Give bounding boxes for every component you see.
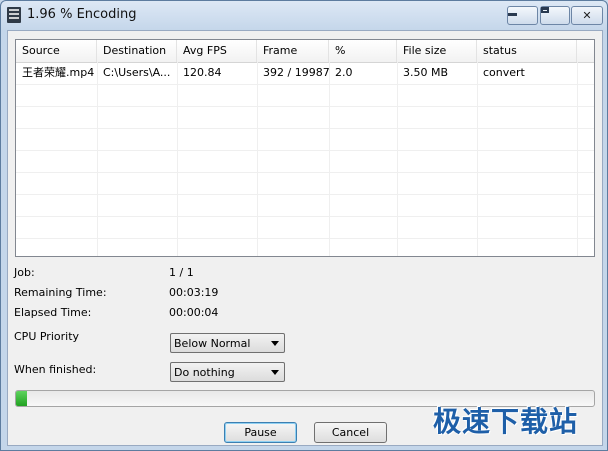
maximize-button[interactable] [540,6,570,25]
close-icon: ✕ [582,9,592,22]
cell-frame: 392 / 19987 [263,66,329,79]
watermark-logo: 极速下载站 [433,405,579,438]
elapsed-time-label: Elapsed Time: [14,306,92,319]
column-header-status[interactable]: status [477,40,577,62]
job-value: 1 / 1 [169,266,194,279]
empty-row [16,194,594,217]
cpu-priority-value: Below Normal [174,337,251,350]
cancel-button[interactable]: Cancel [314,422,387,443]
when-finished-dropdown[interactable]: Do nothing [170,362,285,382]
dialog-body: Source Destination Avg FPS Frame % File … [7,30,603,446]
cpu-priority-dropdown[interactable]: Below Normal [170,333,285,353]
remaining-time-value: 00:03:19 [169,286,219,299]
job-list[interactable]: Source Destination Avg FPS Frame % File … [15,39,595,257]
job-label: Job: [14,266,35,279]
when-finished-value: Do nothing [174,366,235,379]
progress-fill [16,391,28,406]
column-header-percent[interactable]: % [329,40,397,62]
film-strip-icon [7,7,21,23]
cpu-priority-label: CPU Priority [14,330,80,343]
cell-destination: C:\Users\A... [103,66,171,79]
elapsed-time-value: 00:00:04 [169,306,219,319]
column-header-destination[interactable]: Destination [97,40,177,62]
cell-avg-fps: 120.84 [183,66,222,79]
chevron-down-icon [271,341,279,346]
when-finished-label: When finished: [14,363,97,376]
column-header-avg-fps[interactable]: Avg FPS [177,40,257,62]
column-header-frame[interactable]: Frame [257,40,329,62]
column-header-source[interactable]: Source [16,40,97,62]
chevron-down-icon [271,370,279,375]
empty-row [16,106,594,129]
cell-percent: 2.0 [335,66,353,79]
empty-row [16,172,594,195]
encoding-window: 1.96 % Encoding ✕ Source Destination Avg… [0,0,608,451]
minimize-icon [508,13,517,16]
empty-row [16,216,594,239]
minimize-button[interactable] [507,6,538,25]
pause-button[interactable]: Pause [224,422,297,443]
empty-row [16,150,594,173]
maximize-icon [541,7,549,13]
empty-row [16,128,594,151]
list-header: Source Destination Avg FPS Frame % File … [16,40,594,63]
remaining-time-label: Remaining Time: [14,286,107,299]
cell-status: convert [483,66,525,79]
empty-row [16,84,594,107]
title-bar[interactable]: 1.96 % Encoding ✕ [1,1,607,29]
cell-file-size: 3.50 MB [403,66,449,79]
close-button[interactable]: ✕ [571,6,603,25]
column-header-file-size[interactable]: File size [397,40,477,62]
window-title: 1.96 % Encoding [27,7,137,22]
table-row[interactable]: 王者荣耀.mp4 C:\Users\A... 120.84 392 / 1998… [16,62,594,85]
cell-source: 王者荣耀.mp4 [22,66,95,79]
